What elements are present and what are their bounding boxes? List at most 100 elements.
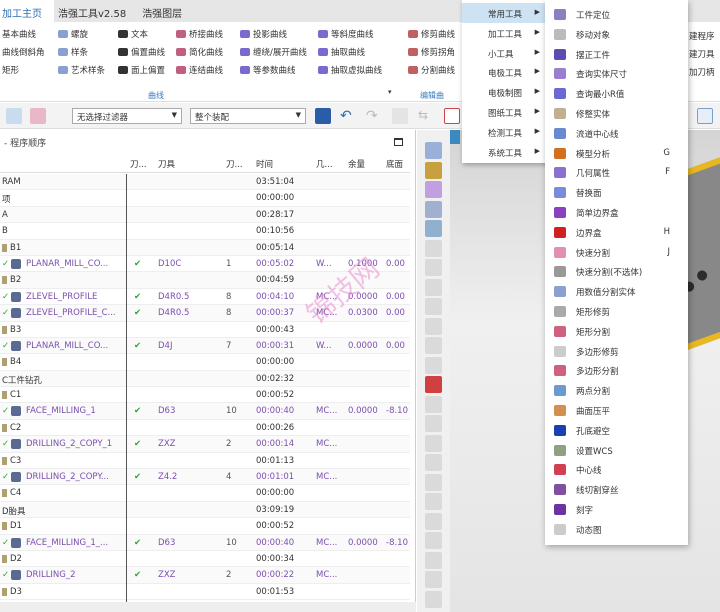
toolbar-create-icon[interactable] bbox=[425, 395, 442, 413]
ribbon-command[interactable]: 矩形 bbox=[2, 64, 19, 76]
toolbar-create-icon[interactable] bbox=[425, 161, 442, 179]
copy-icon[interactable] bbox=[392, 108, 408, 124]
column-header[interactable]: 刀... bbox=[226, 158, 243, 170]
ribbon-command[interactable]: 桥接曲线 bbox=[176, 28, 223, 40]
toolbar-create-icon[interactable] bbox=[425, 200, 442, 218]
submenu-item[interactable]: 用数值分割实体 bbox=[545, 282, 688, 302]
menu-item[interactable]: 系统工具 ▶ bbox=[462, 142, 548, 162]
toolbar-create-icon[interactable] bbox=[425, 590, 442, 608]
submenu-item[interactable]: 曲面压平 bbox=[545, 401, 688, 421]
tab-haoqiang-tools[interactable]: 浩强工具v2.58 bbox=[54, 0, 138, 22]
submenu-item[interactable]: 刻字 bbox=[545, 500, 688, 520]
table-row[interactable]: D2 00:00:34 bbox=[0, 551, 410, 568]
table-row[interactable]: D3 00:01:53 bbox=[0, 584, 410, 601]
toolbar-create-icon[interactable] bbox=[425, 259, 442, 276]
table-row[interactable]: ✓ ZLEVEL_PROFILE_C... ✔ D4R0.5 8 00:00:37 MC..… bbox=[0, 305, 410, 322]
submenu-item[interactable]: 查询实体尺寸 bbox=[545, 64, 688, 84]
submenu-item[interactable]: 摆正工件 bbox=[545, 45, 688, 65]
column-header[interactable]: 刀... bbox=[130, 158, 147, 170]
table-row[interactable]: A 00:28:17 bbox=[0, 206, 410, 224]
tab-machining-home[interactable]: 加工主页 bbox=[0, 0, 54, 22]
submenu-item[interactable]: 动态图 bbox=[545, 520, 688, 540]
menu-item[interactable]: 电极制图 ▶ bbox=[462, 82, 548, 102]
menu-item[interactable]: 检测工具 ▶ bbox=[462, 122, 548, 142]
submenu-item[interactable]: 查询最小R值 bbox=[545, 84, 688, 104]
toolbar-create-icon[interactable] bbox=[425, 454, 442, 471]
table-row[interactable]: ✓ FACE_MILLING_1 ✔ D63 10 00:00:40 MC... 0.0000… bbox=[0, 403, 410, 420]
table-row[interactable]: ✓ FACE_MILLING_1_... ✔ D63 10 00:00:40 MC... 0.… bbox=[0, 534, 410, 551]
selection-filter-dropdown[interactable]: 无选择过滤器 ▼ bbox=[72, 108, 182, 124]
table-row[interactable]: 项 00:00:00 bbox=[0, 190, 410, 207]
arrows-icon[interactable]: ⇆ bbox=[418, 108, 434, 124]
table-row[interactable]: RAM 03:51:04 bbox=[0, 174, 410, 191]
table-row[interactable]: C工件钻孔 00:02:32 bbox=[0, 370, 410, 388]
column-header[interactable]: 几... bbox=[316, 158, 333, 170]
submenu-item[interactable]: 流道中心线 bbox=[545, 124, 688, 144]
submenu-item[interactable]: 边界盒 H bbox=[545, 223, 688, 243]
ribbon-partial-create-tool[interactable]: 建刀具 bbox=[689, 48, 715, 60]
menu-item[interactable]: 图纸工具 ▶ bbox=[462, 102, 548, 122]
tab-haoqiang-layers[interactable]: 浩强图层 bbox=[138, 0, 194, 22]
save-icon[interactable] bbox=[315, 108, 331, 124]
table-row[interactable]: C4 00:00:00 bbox=[0, 485, 410, 502]
submenu-item[interactable]: 中心线 bbox=[545, 460, 688, 480]
ribbon-command[interactable]: 螺旋 bbox=[58, 28, 88, 40]
ribbon-command[interactable]: 修剪拐角 bbox=[408, 46, 455, 58]
menu-item[interactable]: 加工工具 ▶ bbox=[462, 23, 548, 43]
submenu-item[interactable]: 多边形修剪 bbox=[545, 342, 688, 362]
ribbon-command[interactable]: 曲线倒斜角 bbox=[2, 46, 45, 58]
ribbon-command[interactable]: 偏置曲线 bbox=[118, 46, 165, 58]
toolbar-create-icon[interactable] bbox=[425, 337, 442, 354]
toolbar-create-icon[interactable] bbox=[425, 298, 442, 315]
menu-item[interactable]: 常用工具 ▶ bbox=[462, 3, 548, 23]
select-add-icon[interactable] bbox=[444, 108, 460, 124]
toolbar-create-icon[interactable] bbox=[425, 571, 442, 588]
menu-item[interactable]: 电极工具 ▶ bbox=[462, 62, 548, 82]
redo-icon[interactable]: ↷ bbox=[366, 108, 382, 124]
ribbon-command[interactable]: 抽取虚拟曲线 bbox=[318, 64, 382, 76]
submenu-item[interactable]: 移动对象 bbox=[545, 25, 688, 45]
table-row[interactable]: B3 00:00:43 bbox=[0, 322, 410, 338]
toolbar-create-icon[interactable] bbox=[425, 220, 442, 237]
table-row[interactable]: C3 00:01:13 bbox=[0, 453, 410, 470]
ribbon-command[interactable]: 等斜度曲线 bbox=[318, 28, 374, 40]
submenu-item[interactable]: 设置WCS bbox=[545, 441, 688, 461]
table-row[interactable]: C2 00:00:26 bbox=[0, 420, 410, 437]
submenu-item[interactable]: 几何属性 F bbox=[545, 163, 688, 183]
program-order-view-icon[interactable] bbox=[6, 108, 22, 124]
toolbar-create-icon[interactable] bbox=[425, 317, 442, 335]
menu-item[interactable]: 小工具 ▶ bbox=[462, 43, 548, 63]
submenu-item[interactable]: 快速分割 J bbox=[545, 243, 688, 263]
column-header[interactable]: 刀具 bbox=[158, 158, 175, 170]
ribbon-command[interactable]: 缠绕/展开曲线 bbox=[240, 46, 307, 58]
fit-view-icon[interactable] bbox=[697, 108, 713, 124]
toolbar-create-icon[interactable] bbox=[425, 356, 442, 374]
table-row[interactable]: ✓ ZLEVEL_PROFILE ✔ D4R0.5 8 00:04:10 MC... 0.00… bbox=[0, 289, 410, 306]
submenu-item[interactable]: 多边形分割 bbox=[545, 361, 688, 381]
ribbon-command[interactable]: 抽取曲线 bbox=[318, 46, 365, 58]
table-row[interactable]: B 00:10:56 bbox=[0, 223, 410, 240]
table-row[interactable]: ✓ DRILLING_2_COPY... ✔ Z4.2 4 00:01:01 MC... bbox=[0, 469, 410, 486]
ribbon-command[interactable]: 艺术样条 bbox=[58, 64, 105, 76]
submenu-item[interactable]: 工件定位 bbox=[545, 5, 688, 25]
undo-icon[interactable]: ↶ bbox=[340, 108, 356, 124]
column-header[interactable]: 底面 bbox=[386, 158, 403, 170]
toolbar-create-icon[interactable] bbox=[425, 493, 442, 510]
table-row[interactable]: C1 00:00:52 bbox=[0, 387, 410, 404]
table-row[interactable]: ✓ PLANAR_MILL_CO... ✔ D4J 7 00:00:31 W... 0.000… bbox=[0, 337, 410, 355]
toolbar-create-icon[interactable] bbox=[425, 434, 442, 452]
horizontal-scrollbar[interactable] bbox=[0, 602, 416, 612]
table-row[interactable]: ✓ DRILLING_2_COPY_1 ✔ ZXZ 2 00:00:14 MC... bbox=[0, 436, 410, 453]
toolbar-create-icon[interactable] bbox=[425, 376, 442, 393]
ribbon-partial-create-program[interactable]: 建程序 bbox=[689, 30, 715, 42]
assembly-scope-dropdown[interactable]: 整个装配 ▼ bbox=[190, 108, 306, 124]
toolbar-create-icon[interactable] bbox=[425, 239, 442, 257]
ribbon-command[interactable]: 修剪曲线 bbox=[408, 28, 455, 40]
toolbar-create-icon[interactable] bbox=[425, 473, 442, 491]
submenu-item[interactable]: 矩形分割 bbox=[545, 322, 688, 342]
ribbon-command[interactable]: 等参数曲线 bbox=[240, 64, 296, 76]
submenu-item[interactable]: 替换面 bbox=[545, 183, 688, 203]
submenu-item[interactable]: 快速分割(不选体) bbox=[545, 262, 688, 282]
toolbar-create-icon[interactable] bbox=[425, 142, 442, 159]
toolbar-create-icon[interactable] bbox=[425, 181, 442, 198]
